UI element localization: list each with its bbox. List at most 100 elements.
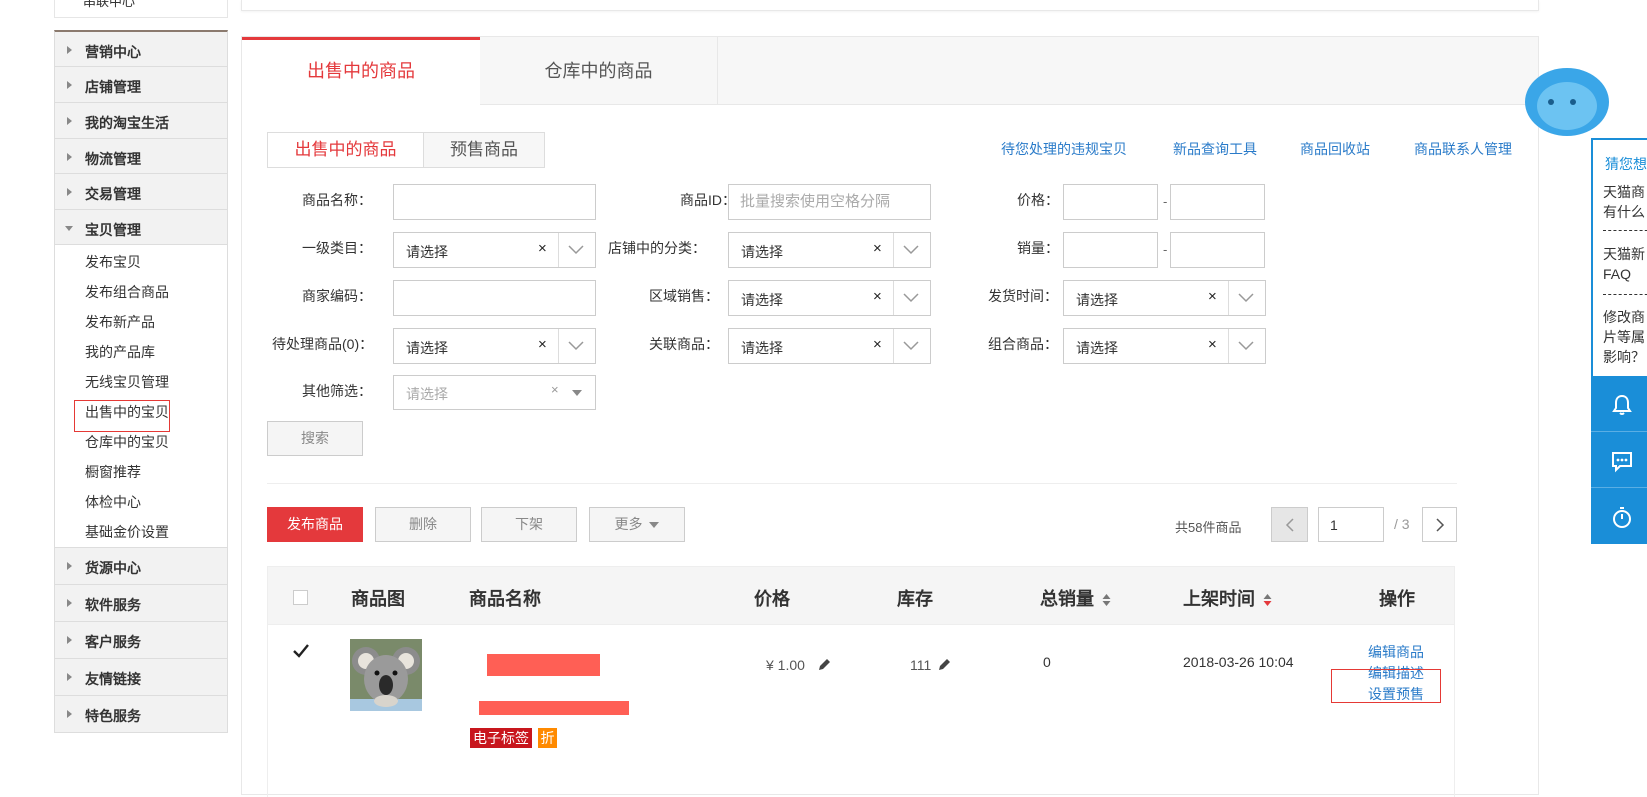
sidebar-group-supply[interactable]: 货源中心: [54, 547, 228, 584]
label-region: 区域销售：: [649, 288, 719, 304]
label-pending: 待处理商品(0)：: [272, 336, 374, 352]
sidebar-group-customer[interactable]: 客户服务: [54, 621, 228, 658]
sidebar-item-label: 发布组合商品: [85, 284, 169, 300]
sidebar-item-showcase[interactable]: 橱窗推荐: [54, 455, 228, 485]
edit-stock-pencil-icon[interactable]: [936, 657, 952, 673]
sidebar-group-marketing[interactable]: 营销中心: [54, 30, 228, 67]
tab-in-warehouse[interactable]: 仓库中的商品: [480, 37, 718, 105]
link-recycle-bin[interactable]: 商品回收站: [1300, 139, 1370, 159]
sidebar-group-software[interactable]: 软件服务: [54, 584, 228, 621]
clear-icon[interactable]: ×: [538, 336, 547, 353]
faq-line: 影响？: [1603, 349, 1645, 365]
select-value: 请选择: [1076, 340, 1118, 356]
label-shop-category: 店铺中的分类：: [608, 240, 706, 256]
clear-icon[interactable]: ×: [551, 382, 559, 397]
chevron-down-icon: [903, 245, 919, 255]
subtab-presale[interactable]: 预售商品: [423, 132, 545, 168]
notification-button[interactable]: [1591, 376, 1647, 432]
faq-divider: [1603, 230, 1647, 231]
th-listed-time[interactable]: 上架时间: [1183, 585, 1272, 611]
th-total-sales[interactable]: 总销量: [1040, 585, 1111, 611]
clear-icon[interactable]: ×: [1208, 288, 1217, 305]
search-button[interactable]: 搜索: [267, 421, 363, 456]
product-stock: 111: [910, 657, 932, 673]
product-sales: 0: [1043, 654, 1051, 670]
faq-item[interactable]: 修改商 片等属 影响？: [1603, 307, 1645, 367]
delist-button[interactable]: 下架: [481, 507, 577, 542]
tab-on-sale[interactable]: 出售中的商品: [242, 37, 480, 106]
region-select[interactable]: 请选择 ×: [728, 280, 931, 316]
other-select[interactable]: 请选择 ×: [393, 375, 596, 410]
select-all-checkbox[interactable]: [293, 590, 308, 605]
sidebar-item-gold-price[interactable]: 基础金价设置: [54, 515, 228, 547]
faq-panel-title: 猜您想: [1605, 156, 1647, 172]
faq-item[interactable]: 天猫新 FAQ: [1603, 244, 1645, 284]
sidebar-group-special[interactable]: 特色服务: [54, 695, 228, 733]
page-input[interactable]: 1: [1318, 507, 1384, 542]
caret-down-icon: [649, 522, 660, 529]
price-min-input[interactable]: [1063, 184, 1158, 220]
ship-time-select[interactable]: 请选择 ×: [1063, 280, 1266, 316]
sidebar-group-shop[interactable]: 店铺管理: [54, 66, 228, 103]
clear-icon[interactable]: ×: [1208, 336, 1217, 353]
faq-line: 修改商: [1603, 309, 1645, 325]
sidebar-item-product-lib[interactable]: 我的产品库: [54, 335, 228, 365]
sidebar-group-trade[interactable]: 交易管理: [54, 173, 228, 210]
row-checkbox-checked[interactable]: [292, 643, 310, 659]
sidebar-item-publish-combo[interactable]: 发布组合商品: [54, 275, 228, 305]
sales-max-input[interactable]: [1170, 232, 1265, 268]
sidebar-item-publish[interactable]: 发布宝贝: [54, 245, 228, 275]
category-select[interactable]: 请选择 ×: [393, 232, 596, 268]
link-contact-manage[interactable]: 商品联系人管理: [1414, 139, 1512, 159]
sidebar-nav: 串联中心 营销中心 店铺管理 我的淘宝生活 物流管理 交易管理 宝贝管理 发布宝…: [54, 0, 228, 752]
combo-select[interactable]: 请选择 ×: [1063, 328, 1266, 364]
prev-page-button[interactable]: [1271, 507, 1308, 542]
product-name-link[interactable]: [487, 654, 600, 676]
sort-desc-icon: [1263, 594, 1272, 607]
sales-min-input[interactable]: [1063, 232, 1158, 268]
sidebar-item-label: 发布新产品: [85, 314, 155, 330]
product-name-input[interactable]: [393, 184, 596, 220]
total-pages: / 3: [1394, 516, 1410, 532]
sidebar-top-cut-item[interactable]: 串联中心: [54, 0, 228, 18]
product-thumbnail[interactable]: [350, 639, 422, 711]
price-max-input[interactable]: [1170, 184, 1265, 220]
subtab-on-sale[interactable]: 出售中的商品: [267, 132, 424, 168]
sidebar-item-checkup[interactable]: 体检中心: [54, 485, 228, 515]
sidebar-group-label: 宝贝管理: [85, 222, 141, 238]
more-button[interactable]: 更多: [589, 507, 685, 542]
edit-price-pencil-icon[interactable]: [816, 657, 832, 673]
sidebar-item-wireless[interactable]: 无线宝贝管理: [54, 365, 228, 395]
clear-icon[interactable]: ×: [873, 288, 882, 305]
sidebar-group-label: 营销中心: [85, 44, 141, 60]
shop-category-select[interactable]: 请选择 ×: [728, 232, 931, 268]
link-violations[interactable]: 待您处理的违规宝贝: [1001, 139, 1127, 159]
product-listed-time: 2018-03-26 10:04: [1183, 654, 1294, 670]
pending-select[interactable]: 请选择 ×: [393, 328, 596, 364]
publish-button[interactable]: 发布商品: [267, 507, 363, 542]
select-value: 请选择: [406, 386, 448, 402]
timer-button[interactable]: [1591, 488, 1647, 544]
edit-product-link[interactable]: 编辑商品: [1368, 642, 1424, 662]
select-value: 请选择: [406, 340, 448, 356]
sidebar-group-links[interactable]: 友情链接: [54, 658, 228, 695]
clear-icon[interactable]: ×: [873, 240, 882, 257]
link-new-product-tool[interactable]: 新品查询工具: [1173, 139, 1257, 159]
divider: [267, 483, 1457, 484]
chat-button[interactable]: [1591, 432, 1647, 488]
product-id-input[interactable]: 批量搜索使用空格分隔: [728, 184, 931, 220]
more-label: 更多: [614, 516, 643, 532]
faq-item[interactable]: 天猫商 有什么: [1603, 182, 1645, 222]
sidebar-group-logistics[interactable]: 物流管理: [54, 138, 228, 175]
next-page-button[interactable]: [1422, 507, 1457, 542]
related-select[interactable]: 请选择 ×: [728, 328, 931, 364]
sidebar-group-items[interactable]: 宝贝管理: [54, 209, 228, 245]
delete-button[interactable]: 删除: [375, 507, 471, 542]
chevron-down-icon: [903, 341, 919, 351]
sidebar-group-life[interactable]: 我的淘宝生活: [54, 102, 228, 139]
chevron-down-icon: [1238, 341, 1254, 351]
clear-icon[interactable]: ×: [873, 336, 882, 353]
clear-icon[interactable]: ×: [538, 240, 547, 257]
sidebar-item-publish-new[interactable]: 发布新产品: [54, 305, 228, 335]
merchant-code-input[interactable]: [393, 280, 596, 316]
